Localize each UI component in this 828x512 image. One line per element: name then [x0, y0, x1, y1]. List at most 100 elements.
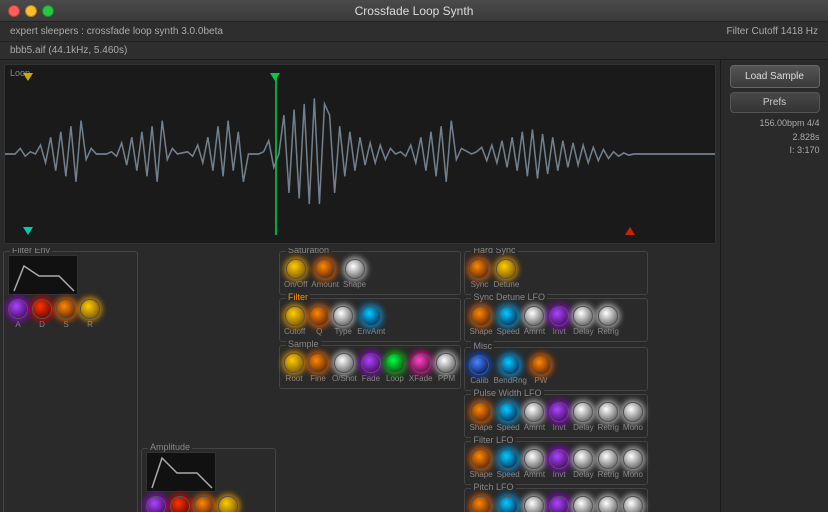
minimize-button[interactable]: [25, 5, 37, 17]
misc-section: Misc Calib BendRng PW: [464, 347, 647, 391]
plfo-speed-knob[interactable]: [498, 496, 518, 512]
sdlfo-delay-knob[interactable]: [573, 306, 593, 326]
prefs-button[interactable]: Prefs: [730, 92, 820, 113]
filter-env-D-label: D: [39, 320, 45, 329]
amplitude-knobs: A D S R: [146, 496, 271, 512]
sdlfo-shape-knob[interactable]: [471, 306, 491, 326]
plfo-amrnt-knob[interactable]: [524, 496, 544, 512]
filter-env-knobs: A D S R: [8, 299, 133, 329]
misc-label: Misc: [471, 341, 494, 351]
plfo-shape-knob[interactable]: [471, 496, 491, 512]
sample-xfade-knob[interactable]: [411, 353, 431, 373]
filter-section: Filter Cutoff Q Type: [279, 298, 461, 342]
sat-shape-knob[interactable]: [345, 259, 365, 279]
marker-play: [23, 227, 33, 235]
sdlfo-retrig-knob[interactable]: [598, 306, 618, 326]
flfo-retrig-knob[interactable]: [598, 449, 618, 469]
filter-info: Filter Cutoff 1418 Hz: [726, 26, 818, 37]
pwlfo-mono-knob[interactable]: [623, 402, 643, 422]
misc-bendrng-knob[interactable]: [500, 355, 520, 375]
sample-section: Sample Root Fine O/Shot: [279, 345, 461, 389]
pwlfo-amrnt-knob[interactable]: [524, 402, 544, 422]
filter-lfo-section: Filter LFO Shape Speed Amrnt: [464, 441, 647, 485]
hard-sync-label: Hard Sync: [471, 248, 517, 255]
lfo-col: Hard Sync Sync Detune Sync Det: [464, 251, 647, 512]
sample-fade-knob[interactable]: [361, 353, 381, 373]
env-display: [8, 255, 78, 295]
pwlfo-speed-knob[interactable]: [498, 402, 518, 422]
marker-start: [23, 73, 33, 81]
filter-env-A-knob[interactable]: [8, 299, 28, 319]
knob-R: R: [80, 299, 100, 329]
window-controls: [8, 5, 54, 17]
sync-detune-lfo-section: Sync Detune LFO Shape Speed Amrnt: [464, 298, 647, 342]
sample-oshot-knob[interactable]: [334, 353, 354, 373]
controls-area: Filter Env A D S: [0, 248, 720, 512]
pwlfo-invt-knob[interactable]: [549, 402, 569, 422]
close-button[interactable]: [8, 5, 20, 17]
hard-sync-section: Hard Sync Sync Detune: [464, 251, 647, 295]
flfo-amrnt-knob[interactable]: [524, 449, 544, 469]
sample-ppm-knob[interactable]: [436, 353, 456, 373]
misc-pw-knob[interactable]: [531, 355, 551, 375]
plfo-mono-knob[interactable]: [623, 496, 643, 512]
filter-env-S-knob[interactable]: [56, 299, 76, 319]
plfo-invt-knob[interactable]: [549, 496, 569, 512]
waveform-display: [5, 65, 715, 243]
waveform-section[interactable]: Loop: [4, 64, 716, 244]
filter-lfo-label: Filter LFO: [471, 435, 515, 445]
flfo-mono-knob[interactable]: [623, 449, 643, 469]
window-title: Crossfade Loop Synth: [355, 4, 474, 18]
filter-label: Filter: [286, 292, 310, 302]
saturation-section: Saturation On/Off Amount Shape: [279, 251, 461, 295]
filename: bbb5.aif (44.1kHz, 5.460s): [10, 45, 127, 56]
marker-end: [625, 227, 635, 235]
amp-env-display: [146, 452, 216, 492]
flfo-delay-knob[interactable]: [573, 449, 593, 469]
sdlfo-invt-knob[interactable]: [549, 306, 569, 326]
sat-onoff-knob[interactable]: [286, 259, 306, 279]
filter-envamt-knob[interactable]: [361, 306, 381, 326]
plfo-delay-knob[interactable]: [573, 496, 593, 512]
filter-env-label: Filter Env: [10, 248, 52, 255]
amplitude-D-knob[interactable]: [170, 496, 190, 512]
maximize-button[interactable]: [42, 5, 54, 17]
sat-amount-knob[interactable]: [315, 259, 335, 279]
pwlfo-delay-knob[interactable]: [573, 402, 593, 422]
flfo-speed-knob[interactable]: [498, 449, 518, 469]
filter-env-R-knob[interactable]: [80, 299, 100, 319]
pwlfo-retrig-knob[interactable]: [598, 402, 618, 422]
flfo-shape-knob[interactable]: [471, 449, 491, 469]
sdlfo-speed-knob[interactable]: [498, 306, 518, 326]
sdlfo-amrnt-knob[interactable]: [524, 306, 544, 326]
filter-q-knob[interactable]: [309, 306, 329, 326]
info-bar: expert sleepers : crossfade loop synth 3…: [0, 22, 828, 42]
filter-cutoff-knob[interactable]: [285, 306, 305, 326]
amplitude-A-knob[interactable]: [146, 496, 166, 512]
misc-calib-knob[interactable]: [469, 355, 489, 375]
plfo-retrig-knob[interactable]: [598, 496, 618, 512]
pitch-lfo-section: Pitch LFO Shape Speed Amrnt: [464, 488, 647, 512]
filter-env-D-knob[interactable]: [32, 299, 52, 319]
sample-fine-knob[interactable]: [308, 353, 328, 373]
amplitude-label: Amplitude: [148, 442, 192, 452]
flfo-invt-knob[interactable]: [549, 449, 569, 469]
sample-loop-knob[interactable]: [385, 353, 405, 373]
knob-A: A: [8, 299, 28, 329]
amplitude-R-knob[interactable]: [218, 496, 238, 512]
tempo-info: 156.00bpm 4/4 2.828s I: 3:170: [730, 117, 820, 158]
pw-lfo-section: Pulse Width LFO Shape Speed Amrnt: [464, 394, 647, 438]
filter-env-S-label: S: [63, 320, 68, 329]
sample-root-knob[interactable]: [284, 353, 304, 373]
bpm-display: 156.00bpm 4/4: [730, 117, 820, 131]
amplitude-S-knob[interactable]: [194, 496, 214, 512]
hard-sync-detune-knob[interactable]: [496, 259, 516, 279]
pwlfo-shape-knob[interactable]: [471, 402, 491, 422]
seconds-display: 2.828s: [730, 131, 820, 145]
right-panel: Load Sample Prefs 156.00bpm 4/4 2.828s I…: [720, 60, 828, 512]
hard-sync-sync-knob[interactable]: [469, 259, 489, 279]
filter-type-knob[interactable]: [333, 306, 353, 326]
filter-env-R-label: R: [87, 320, 93, 329]
pitch-lfo-label: Pitch LFO: [471, 482, 515, 492]
load-sample-button[interactable]: Load Sample: [730, 65, 820, 88]
